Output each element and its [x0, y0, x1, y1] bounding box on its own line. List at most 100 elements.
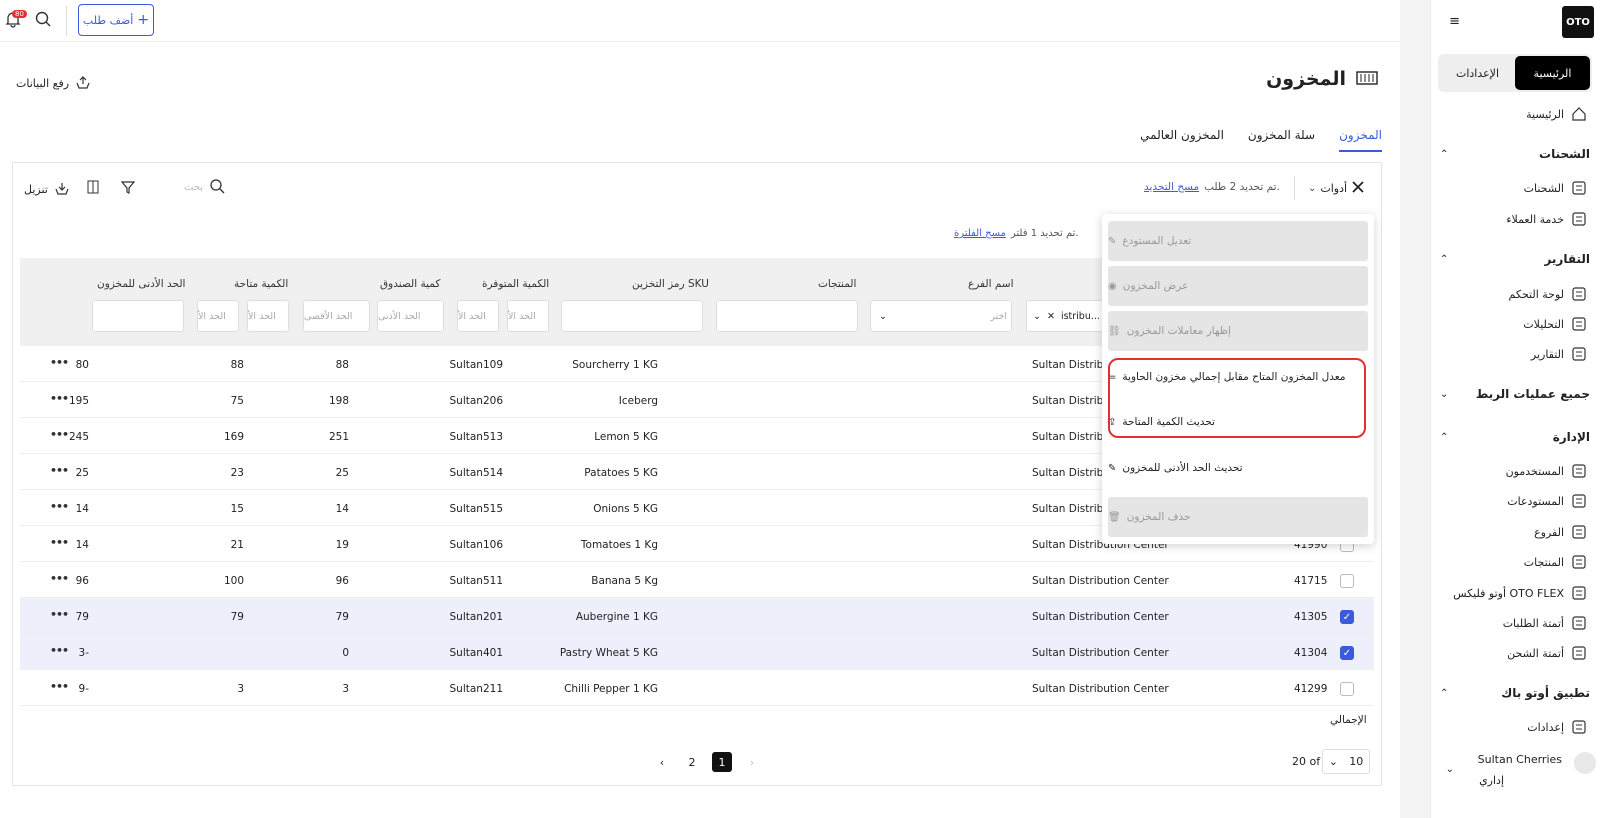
col-available-qty: الكمية المتوفرة	[482, 278, 550, 290]
min-stock-filter-input[interactable]	[92, 300, 184, 332]
tab-global-inventory[interactable]: المخزون العالمي	[1140, 128, 1224, 152]
more-options-icon[interactable]: •••	[50, 392, 69, 405]
search-icon	[209, 178, 225, 197]
sidebar-item-label: الرئيسية	[1526, 107, 1564, 121]
download-label: تنزيل	[24, 183, 48, 196]
cell-available: 96	[335, 575, 349, 587]
more-options-icon[interactable]: •••	[50, 464, 69, 477]
menu-item[interactable]: ✎ تحديث الحد الأدنى للمخزون	[1108, 448, 1368, 488]
available-min-input[interactable]: الحد الأ	[507, 300, 549, 332]
sidebar-section-header[interactable]: الإدارة ⌃	[1440, 430, 1590, 444]
sidebar-item[interactable]: أتمتة الطلبات	[1503, 614, 1588, 632]
sidebar-item[interactable]: الفروع	[1534, 523, 1588, 541]
cell-product: Lemon 5 KG	[594, 431, 658, 443]
more-options-icon[interactable]: •••	[50, 572, 69, 585]
sidebar-item[interactable]: إعدادات	[1527, 718, 1588, 736]
tab-home[interactable]: الرئيسية	[1515, 56, 1590, 90]
sidebar-section-header[interactable]: الشحنات ⌃	[1440, 147, 1590, 161]
chevron-down-icon[interactable]: ⌄	[1446, 764, 1454, 775]
box-max-input[interactable]: الحد الأقصى	[303, 300, 370, 332]
edit-icon: ✎	[1108, 235, 1117, 247]
add-order-button[interactable]: + أضف طلب	[78, 4, 154, 36]
menu-item[interactable]: ◉ عرض المخزون	[1108, 266, 1368, 306]
chevron-left-icon[interactable]: ‹	[652, 752, 672, 772]
chevron-right-icon[interactable]: ›	[742, 752, 762, 772]
sidebar-item[interactable]: أوتو فليكس OTO FLEX	[1453, 584, 1588, 602]
sidebar-item[interactable]: التقارير	[1531, 345, 1588, 363]
sidebar-item[interactable]: المستخدمون	[1506, 462, 1588, 480]
sidebar-section-header[interactable]: تطبيق أوتو باك ⌃	[1440, 686, 1590, 700]
qty-min-input[interactable]: الحد الأ	[247, 300, 289, 332]
search-icon[interactable]	[34, 10, 52, 31]
tools-dropdown[interactable]: أدوات ⌄	[1308, 180, 1365, 197]
cell-box: 100	[223, 575, 244, 587]
avatar[interactable]	[1574, 752, 1596, 774]
sidebar-section-header[interactable]: التقارير ⌃	[1440, 252, 1590, 266]
sidebar-item[interactable]: الشحنات	[1524, 179, 1588, 197]
sidebar-section-header[interactable]: جميع عمليات الربط ⌄	[1440, 387, 1590, 401]
sidebar-item[interactable]: التحليلات	[1523, 315, 1588, 333]
branch-filter-select[interactable]: اختر ⌄	[870, 300, 1012, 332]
page-2-button[interactable]: 2	[682, 752, 702, 772]
row-checkbox[interactable]: ✓	[1340, 646, 1354, 660]
menu-item-label: تحديث الحد الأدنى للمخزون	[1122, 462, 1243, 474]
divider	[1294, 176, 1295, 200]
clear-selection-link[interactable]: مسح التحديد	[1144, 181, 1199, 193]
upload-data-button[interactable]: رفع البيانات	[16, 74, 91, 93]
columns-icon[interactable]	[87, 180, 99, 197]
qty-max-input[interactable]: الحد الأ	[197, 300, 239, 332]
box-min-input[interactable]: الحد الأدنى	[377, 300, 444, 332]
page-size-select[interactable]: ⌄ 10	[1322, 749, 1370, 774]
row-checkbox[interactable]	[1340, 574, 1354, 588]
more-options-icon[interactable]: •••	[50, 500, 69, 513]
row-checkbox[interactable]: ✓	[1340, 610, 1354, 624]
sidebar-item-label: التحليلات	[1523, 317, 1564, 331]
available-max-input[interactable]: الحد الأ	[457, 300, 499, 332]
sidebar-section-title: تطبيق أوتو باك	[1501, 686, 1590, 700]
sidebar-item[interactable]: خدمة العملاء	[1506, 210, 1588, 228]
sidebar-item-home[interactable]: الرئيسية	[1526, 105, 1588, 123]
sidebar-item[interactable]: المستودعات	[1507, 492, 1588, 510]
more-options-icon[interactable]: •••	[50, 536, 69, 549]
cell-qty: 195	[68, 395, 89, 407]
menu-item[interactable]: ✎ تعديل المستودع	[1108, 221, 1368, 261]
sidebar-item-label: الشحنات	[1523, 181, 1564, 195]
page-1-button[interactable]: 1	[712, 752, 732, 772]
cell-box: 23	[230, 467, 244, 479]
collapse-menu-icon[interactable]: ≡	[1449, 14, 1460, 29]
notification-badge: 80	[12, 10, 27, 18]
warehouse-filter-select[interactable]: ⌄ ✕ istribu...	[1026, 300, 1106, 332]
sku-filter-input[interactable]	[561, 300, 703, 332]
menu-item[interactable]: ⛓ إظهار معاملات المخزون	[1108, 311, 1368, 351]
search-input[interactable]: بحث	[184, 178, 225, 197]
logo[interactable]: OTO	[1562, 6, 1594, 38]
sidebar-item[interactable]: أتمتة الشحن	[1507, 644, 1588, 662]
more-options-icon[interactable]: •••	[50, 356, 69, 369]
tab-inventory-basket[interactable]: سلة المخزون	[1248, 128, 1315, 152]
sidebar-item-label: أوتو فليكس OTO FLEX	[1453, 586, 1564, 600]
cell-available: 198	[328, 395, 349, 407]
more-options-icon[interactable]: •••	[50, 608, 69, 621]
more-options-icon[interactable]: •••	[50, 644, 69, 657]
tab-settings[interactable]: الإعدادات	[1440, 56, 1515, 90]
products-filter-input[interactable]	[716, 300, 858, 332]
clear-icon[interactable]: ✕	[1047, 311, 1055, 322]
tab-inventory[interactable]: المخزون	[1339, 128, 1382, 152]
sidebar-item[interactable]: المنتجات	[1524, 553, 1588, 571]
row-checkbox[interactable]	[1340, 682, 1354, 696]
cell-branch: Sultan Distribution Center	[1032, 611, 1169, 623]
download-button[interactable]: تنزيل	[24, 180, 70, 199]
menu-item[interactable]: 🗑 حذف المخزون	[1108, 497, 1368, 537]
sidebar-segment: الرئيسية الإعدادات	[1438, 54, 1592, 92]
filter-icon[interactable]	[120, 180, 136, 197]
table-row[interactable]	[20, 598, 1374, 634]
cell-branch: Sultan Distrib	[1032, 431, 1104, 443]
table-row[interactable]	[20, 670, 1374, 706]
table-row[interactable]	[20, 634, 1374, 670]
more-options-icon[interactable]: •••	[50, 428, 69, 441]
sidebar-item[interactable]: لوحة التحكم	[1509, 285, 1588, 303]
more-options-icon[interactable]: •••	[50, 680, 69, 693]
clear-filter-link[interactable]: مسح الفلترة	[954, 228, 1006, 239]
trash-icon: 🗑	[1108, 511, 1121, 523]
cell-sku: Sultan511	[449, 575, 503, 587]
